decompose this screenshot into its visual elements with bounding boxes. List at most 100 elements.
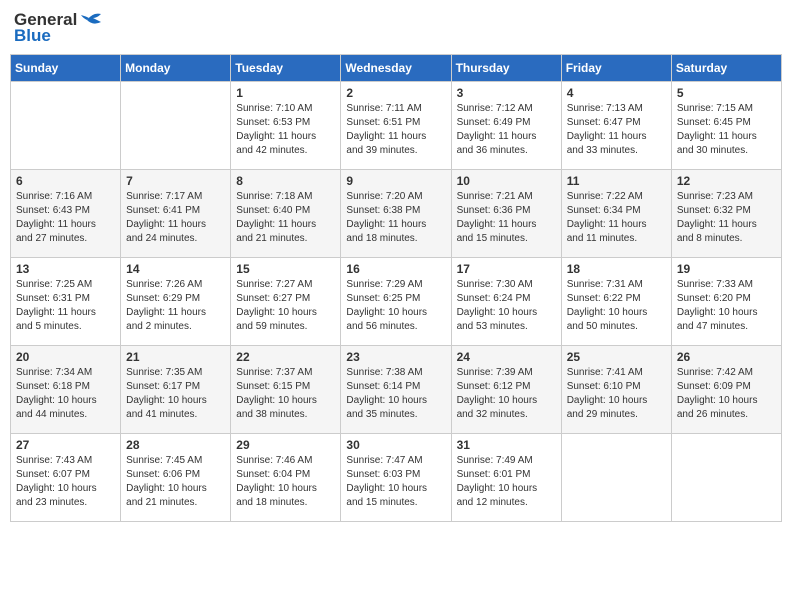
- day-info: Sunrise: 7:23 AMSunset: 6:32 PMDaylight:…: [677, 190, 776, 246]
- day-info: Sunrise: 7:25 AMSunset: 6:31 PMDaylight:…: [16, 278, 115, 334]
- calendar-cell: 20 Sunrise: 7:34 AMSunset: 6:18 PMDayligh…: [11, 346, 121, 434]
- day-info: Sunrise: 7:30 AMSunset: 6:24 PMDaylight:…: [457, 278, 556, 334]
- day-info: Sunrise: 7:46 AMSunset: 6:04 PMDaylight:…: [236, 454, 335, 510]
- day-number: 7: [126, 174, 225, 188]
- calendar-cell: 31Sunrise: 7:49 AMSunset: 6:01 PMDayligh…: [451, 434, 561, 522]
- day-info: Sunrise: 7:11 AMSunset: 6:51 PMDaylight:…: [346, 102, 445, 158]
- day-number: 18: [567, 262, 666, 276]
- calendar-cell: 22 Sunrise: 7:37 AMSunset: 6:15 PMDayligh…: [231, 346, 341, 434]
- day-info: Sunrise: 7:12 AMSunset: 6:49 PMDaylight:…: [457, 102, 556, 158]
- day-number: 31: [457, 438, 556, 452]
- day-info: Sunrise: 7:13 AMSunset: 6:47 PMDaylight:…: [567, 102, 666, 158]
- calendar-cell: [671, 434, 781, 522]
- day-info: Sunrise: 7:41 AMSunset: 6:10 PMDaylight:…: [567, 366, 666, 422]
- day-info: Sunrise: 7:21 AMSunset: 6:36 PMDaylight:…: [457, 190, 556, 246]
- day-number: 25: [567, 350, 666, 364]
- day-number: 9: [346, 174, 445, 188]
- calendar-cell: 6 Sunrise: 7:16 AMSunset: 6:43 PMDaylight…: [11, 170, 121, 258]
- calendar-table: SundayMondayTuesdayWednesdayThursdayFrid…: [10, 54, 782, 522]
- calendar-cell: 4 Sunrise: 7:13 AMSunset: 6:47 PMDaylight…: [561, 82, 671, 170]
- day-number: 29: [236, 438, 335, 452]
- day-number: 23: [346, 350, 445, 364]
- calendar-week-4: 20 Sunrise: 7:34 AMSunset: 6:18 PMDayligh…: [11, 346, 782, 434]
- calendar-cell: 14 Sunrise: 7:26 AMSunset: 6:29 PMDayligh…: [121, 258, 231, 346]
- calendar-cell: [121, 82, 231, 170]
- day-info: Sunrise: 7:42 AMSunset: 6:09 PMDaylight:…: [677, 366, 776, 422]
- day-number: 5: [677, 86, 776, 100]
- day-number: 14: [126, 262, 225, 276]
- day-number: 3: [457, 86, 556, 100]
- day-info: Sunrise: 7:17 AMSunset: 6:41 PMDaylight:…: [126, 190, 225, 246]
- day-info: Sunrise: 7:26 AMSunset: 6:29 PMDaylight:…: [126, 278, 225, 334]
- calendar-cell: 16 Sunrise: 7:29 AMSunset: 6:25 PMDayligh…: [341, 258, 451, 346]
- day-info: Sunrise: 7:22 AMSunset: 6:34 PMDaylight:…: [567, 190, 666, 246]
- calendar-cell: 24 Sunrise: 7:39 AMSunset: 6:12 PMDayligh…: [451, 346, 561, 434]
- day-info: Sunrise: 7:31 AMSunset: 6:22 PMDaylight:…: [567, 278, 666, 334]
- day-number: 24: [457, 350, 556, 364]
- day-number: 30: [346, 438, 445, 452]
- day-number: 22: [236, 350, 335, 364]
- header-saturday: Saturday: [671, 55, 781, 82]
- calendar-cell: 12 Sunrise: 7:23 AMSunset: 6:32 PMDayligh…: [671, 170, 781, 258]
- calendar-cell: 11 Sunrise: 7:22 AMSunset: 6:34 PMDayligh…: [561, 170, 671, 258]
- day-info: Sunrise: 7:34 AMSunset: 6:18 PMDaylight:…: [16, 366, 115, 422]
- day-number: 4: [567, 86, 666, 100]
- day-number: 6: [16, 174, 115, 188]
- calendar-week-3: 13 Sunrise: 7:25 AMSunset: 6:31 PMDayligh…: [11, 258, 782, 346]
- calendar-week-5: 27Sunrise: 7:43 AMSunset: 6:07 PMDayligh…: [11, 434, 782, 522]
- day-info: Sunrise: 7:29 AMSunset: 6:25 PMDaylight:…: [346, 278, 445, 334]
- header-thursday: Thursday: [451, 55, 561, 82]
- day-number: 20: [16, 350, 115, 364]
- day-number: 27: [16, 438, 115, 452]
- day-number: 11: [567, 174, 666, 188]
- calendar-cell: 26 Sunrise: 7:42 AMSunset: 6:09 PMDayligh…: [671, 346, 781, 434]
- day-info: Sunrise: 7:16 AMSunset: 6:43 PMDaylight:…: [16, 190, 115, 246]
- day-number: 17: [457, 262, 556, 276]
- calendar-cell: 8 Sunrise: 7:18 AMSunset: 6:40 PMDaylight…: [231, 170, 341, 258]
- calendar-cell: 7 Sunrise: 7:17 AMSunset: 6:41 PMDaylight…: [121, 170, 231, 258]
- day-number: 2: [346, 86, 445, 100]
- day-number: 13: [16, 262, 115, 276]
- header-tuesday: Tuesday: [231, 55, 341, 82]
- day-info: Sunrise: 7:33 AMSunset: 6:20 PMDaylight:…: [677, 278, 776, 334]
- day-number: 28: [126, 438, 225, 452]
- calendar-cell: 30 Sunrise: 7:47 AMSunset: 6:03 PMDayligh…: [341, 434, 451, 522]
- day-info: Sunrise: 7:45 AMSunset: 6:06 PMDaylight:…: [126, 454, 225, 510]
- calendar-cell: [561, 434, 671, 522]
- day-info: Sunrise: 7:37 AMSunset: 6:15 PMDaylight:…: [236, 366, 335, 422]
- day-number: 21: [126, 350, 225, 364]
- day-info: Sunrise: 7:20 AMSunset: 6:38 PMDaylight:…: [346, 190, 445, 246]
- page-header: General Blue: [10, 10, 782, 46]
- day-number: 12: [677, 174, 776, 188]
- calendar-cell: 27Sunrise: 7:43 AMSunset: 6:07 PMDayligh…: [11, 434, 121, 522]
- day-info: Sunrise: 7:18 AMSunset: 6:40 PMDaylight:…: [236, 190, 335, 246]
- day-number: 15: [236, 262, 335, 276]
- day-info: Sunrise: 7:27 AMSunset: 6:27 PMDaylight:…: [236, 278, 335, 334]
- day-number: 19: [677, 262, 776, 276]
- logo: General Blue: [14, 10, 105, 46]
- header-sunday: Sunday: [11, 55, 121, 82]
- calendar-cell: 1Sunrise: 7:10 AMSunset: 6:53 PMDaylight…: [231, 82, 341, 170]
- calendar-header-row: SundayMondayTuesdayWednesdayThursdayFrid…: [11, 55, 782, 82]
- day-number: 16: [346, 262, 445, 276]
- calendar-cell: 17 Sunrise: 7:30 AMSunset: 6:24 PMDayligh…: [451, 258, 561, 346]
- day-number: 26: [677, 350, 776, 364]
- day-info: Sunrise: 7:39 AMSunset: 6:12 PMDaylight:…: [457, 366, 556, 422]
- day-number: 1: [236, 86, 335, 100]
- calendar-cell: 15 Sunrise: 7:27 AMSunset: 6:27 PMDayligh…: [231, 258, 341, 346]
- calendar-week-2: 6 Sunrise: 7:16 AMSunset: 6:43 PMDaylight…: [11, 170, 782, 258]
- calendar-cell: 23 Sunrise: 7:38 AMSunset: 6:14 PMDayligh…: [341, 346, 451, 434]
- day-number: 8: [236, 174, 335, 188]
- header-wednesday: Wednesday: [341, 55, 451, 82]
- calendar-week-1: 1Sunrise: 7:10 AMSunset: 6:53 PMDaylight…: [11, 82, 782, 170]
- day-number: 10: [457, 174, 556, 188]
- day-info: Sunrise: 7:38 AMSunset: 6:14 PMDaylight:…: [346, 366, 445, 422]
- day-info: Sunrise: 7:15 AMSunset: 6:45 PMDaylight:…: [677, 102, 776, 158]
- calendar-cell: 2 Sunrise: 7:11 AMSunset: 6:51 PMDaylight…: [341, 82, 451, 170]
- calendar-cell: 13 Sunrise: 7:25 AMSunset: 6:31 PMDayligh…: [11, 258, 121, 346]
- day-info: Sunrise: 7:47 AMSunset: 6:03 PMDaylight:…: [346, 454, 445, 510]
- calendar-cell: 29 Sunrise: 7:46 AMSunset: 6:04 PMDayligh…: [231, 434, 341, 522]
- calendar-cell: 9 Sunrise: 7:20 AMSunset: 6:38 PMDaylight…: [341, 170, 451, 258]
- calendar-cell: 5 Sunrise: 7:15 AMSunset: 6:45 PMDaylight…: [671, 82, 781, 170]
- calendar-cell: 19 Sunrise: 7:33 AMSunset: 6:20 PMDayligh…: [671, 258, 781, 346]
